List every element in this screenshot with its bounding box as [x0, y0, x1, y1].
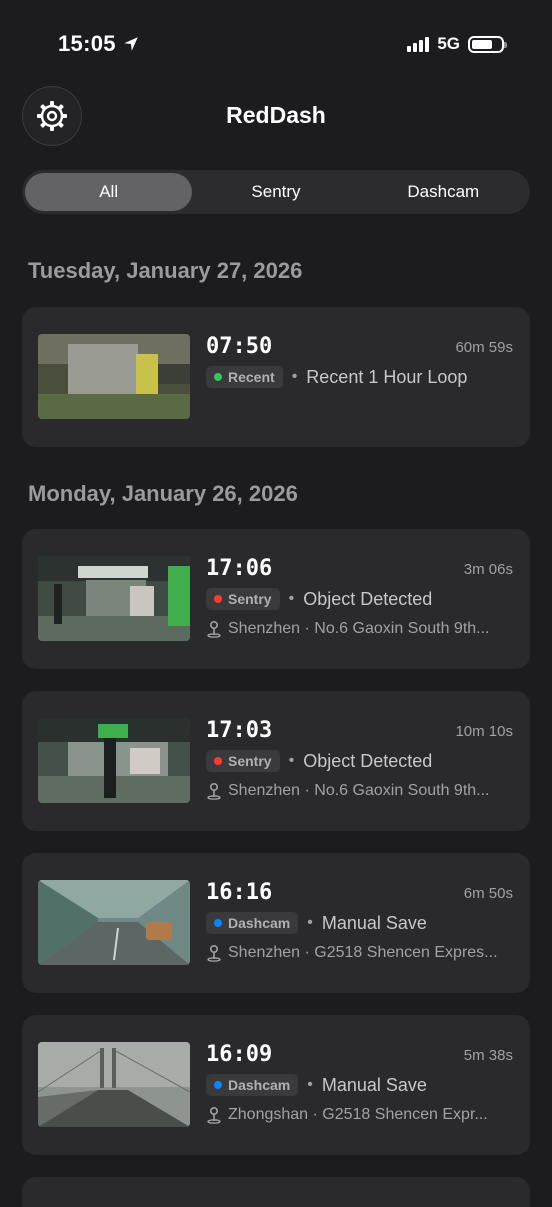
clip-duration: 5m 38s [463, 1047, 513, 1064]
clip-time: 16:16 [206, 880, 273, 905]
clip-location: Shenzhen · G2518 Shencen Expres... [228, 944, 498, 961]
clip-event: Manual Save [321, 912, 427, 933]
status-badge: Sentry [206, 750, 280, 772]
badge-label: Sentry [228, 591, 272, 607]
separator-dot: • [288, 590, 295, 607]
status-time: 15:05 [58, 31, 116, 56]
clip-card[interactable]: 07:50 60m 59s Recent • Recent 1 Hour Loo… [22, 307, 530, 447]
status-badge: Dashcam [206, 912, 299, 934]
clip-thumbnail [38, 718, 190, 803]
section-date-header: Monday, January 26, 2026 [28, 481, 298, 506]
clip-location-row: Shenzhen · No.6 Gaoxin South 9th... [206, 620, 514, 638]
clip-event: Object Detected [303, 588, 433, 609]
separator-dot: • [291, 368, 298, 385]
clip-event: Recent 1 Hour Loop [306, 366, 468, 387]
section-date-header: Tuesday, January 27, 2026 [28, 258, 303, 283]
badge-label: Dashcam [228, 915, 291, 931]
status-time-group: 15:05 [58, 31, 140, 57]
clip-duration: 3m 06s [463, 561, 513, 578]
location-arrow-icon [124, 37, 138, 51]
badge-dot [214, 1081, 222, 1089]
clip-info-row: Sentry • Object Detected [206, 750, 432, 772]
badge-dot [214, 919, 222, 927]
clip-time: 17:06 [206, 556, 273, 581]
clip-location-row: Shenzhen · No.6 Gaoxin South 9th... [206, 782, 514, 800]
clip-card[interactable]: 17:06 3m 06s Sentry • Object Detected Sh… [22, 529, 530, 669]
separator-dot: • [307, 1076, 313, 1093]
tab-dashcam[interactable]: Dashcam [360, 173, 527, 211]
clip-info-row: Sentry • Object Detected [206, 588, 432, 610]
clip-event: Manual Save [321, 1074, 427, 1095]
clip-duration: 60m 59s [455, 339, 513, 356]
clip-card[interactable]: 17:03 10m 10s Sentry • Object Detected S… [22, 691, 530, 831]
clip-thumbnail [38, 880, 190, 965]
filter-segmented-control: All Sentry Dashcam [22, 170, 530, 214]
clip-thumbnail [38, 1042, 190, 1127]
badge-dot [214, 373, 222, 381]
signal-icon [407, 36, 430, 52]
clip-info-row: Dashcam • Manual Save [206, 1074, 427, 1096]
badge-label: Dashcam [228, 1077, 291, 1093]
separator-dot: • [307, 914, 313, 931]
network-label: 5G [437, 34, 460, 53]
badge-dot [214, 595, 222, 603]
clip-info-row: Recent • Recent 1 Hour Loop [206, 366, 467, 388]
battery-icon [468, 35, 507, 53]
tab-all[interactable]: All [25, 173, 193, 211]
clip-time: 07:50 [206, 334, 273, 359]
pin-icon [207, 782, 221, 800]
clip-card[interactable] [22, 1177, 530, 1207]
badge-label: Recent [228, 369, 275, 385]
clip-location: Shenzhen · No.6 Gaoxin South 9th... [228, 782, 490, 799]
clip-thumbnail [38, 334, 190, 419]
clip-info-row: Dashcam • Manual Save [206, 912, 427, 934]
badge-label: Sentry [228, 753, 272, 769]
clip-event: Object Detected [303, 750, 433, 771]
clip-location-row: Zhongshan · G2518 Shencen Expr... [206, 1106, 514, 1124]
tab-sentry[interactable]: Sentry [192, 173, 359, 211]
clip-location-row: Shenzhen · G2518 Shencen Expres... [206, 944, 514, 962]
clip-location: Zhongshan · G2518 Shencen Expr... [228, 1106, 488, 1123]
status-badge: Recent [206, 366, 283, 388]
clip-card[interactable]: 16:16 6m 50s Dashcam • Manual Save Shenz… [22, 853, 530, 993]
clip-thumbnail [38, 556, 190, 641]
app-title: RedDash [226, 102, 326, 128]
status-badge: Sentry [206, 588, 280, 610]
pin-icon [207, 944, 221, 962]
clip-duration: 10m 10s [455, 723, 513, 740]
clip-time: 17:03 [206, 718, 273, 743]
clip-time: 16:09 [206, 1042, 273, 1067]
clip-location: Shenzhen · No.6 Gaoxin South 9th... [228, 620, 490, 637]
pin-icon [207, 1106, 221, 1124]
status-bar: 15:05 5G [0, 0, 552, 90]
badge-dot [214, 757, 222, 765]
pin-icon [207, 620, 221, 638]
separator-dot: • [288, 752, 295, 769]
status-badge: Dashcam [206, 1074, 299, 1096]
clip-card[interactable]: 16:09 5m 38s Dashcam • Manual Save Zhong… [22, 1015, 530, 1155]
status-indicators: 5G [407, 34, 507, 54]
clip-duration: 6m 50s [463, 885, 513, 902]
